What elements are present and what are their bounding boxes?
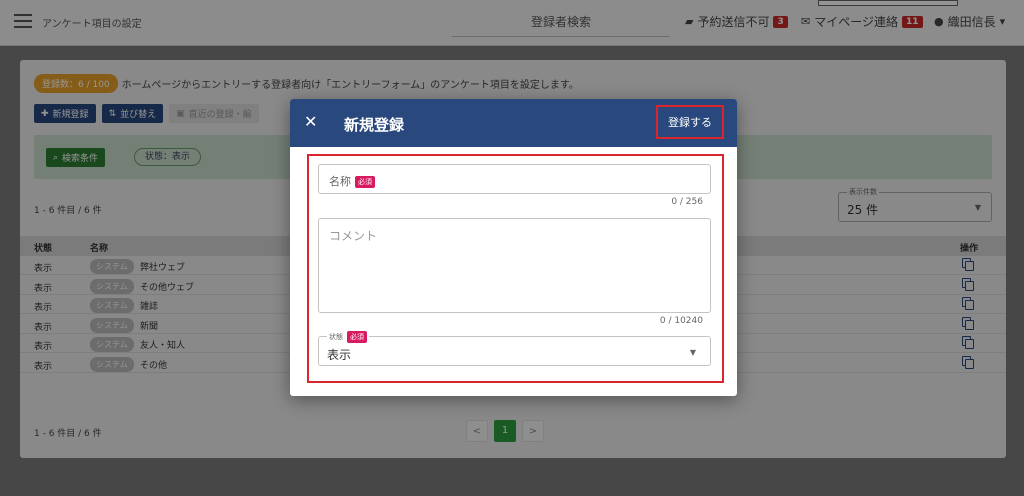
name-field-label: 名称 必須 bbox=[329, 173, 375, 189]
submit-register-button[interactable]: 登録する bbox=[656, 105, 724, 139]
dialog-header: ✕ 新規登録 登録する bbox=[290, 99, 737, 147]
state-required-badge: 必須 bbox=[347, 331, 367, 343]
state-label-text: 状態 bbox=[329, 333, 343, 341]
dialog-title: 新規登録 bbox=[344, 116, 405, 134]
state-value: 表示 bbox=[327, 348, 352, 362]
dropdown-arrow-icon: ▼ bbox=[689, 348, 696, 357]
required-badge: 必須 bbox=[355, 176, 375, 188]
comment-counter: 0 / 10240 bbox=[659, 316, 703, 326]
comment-placeholder: コメント bbox=[329, 229, 378, 243]
comment-textarea[interactable]: コメント bbox=[318, 218, 711, 313]
state-field-label: 状態 必須 bbox=[327, 331, 369, 343]
name-field[interactable]: 名称 必須 bbox=[318, 164, 711, 194]
form-highlight-frame: 名称 必須 0 / 256 コメント 0 / 10240 状態 必須 表示 ▼ bbox=[307, 154, 724, 383]
name-label-text: 名称 bbox=[329, 175, 351, 188]
new-register-dialog: ✕ 新規登録 登録する 名称 必須 0 / 256 コメント 0 / 10240 … bbox=[290, 99, 737, 396]
close-icon[interactable]: ✕ bbox=[304, 112, 317, 131]
state-select[interactable]: 状態 必須 表示 ▼ bbox=[318, 331, 711, 366]
name-counter: 0 / 256 bbox=[671, 197, 703, 207]
